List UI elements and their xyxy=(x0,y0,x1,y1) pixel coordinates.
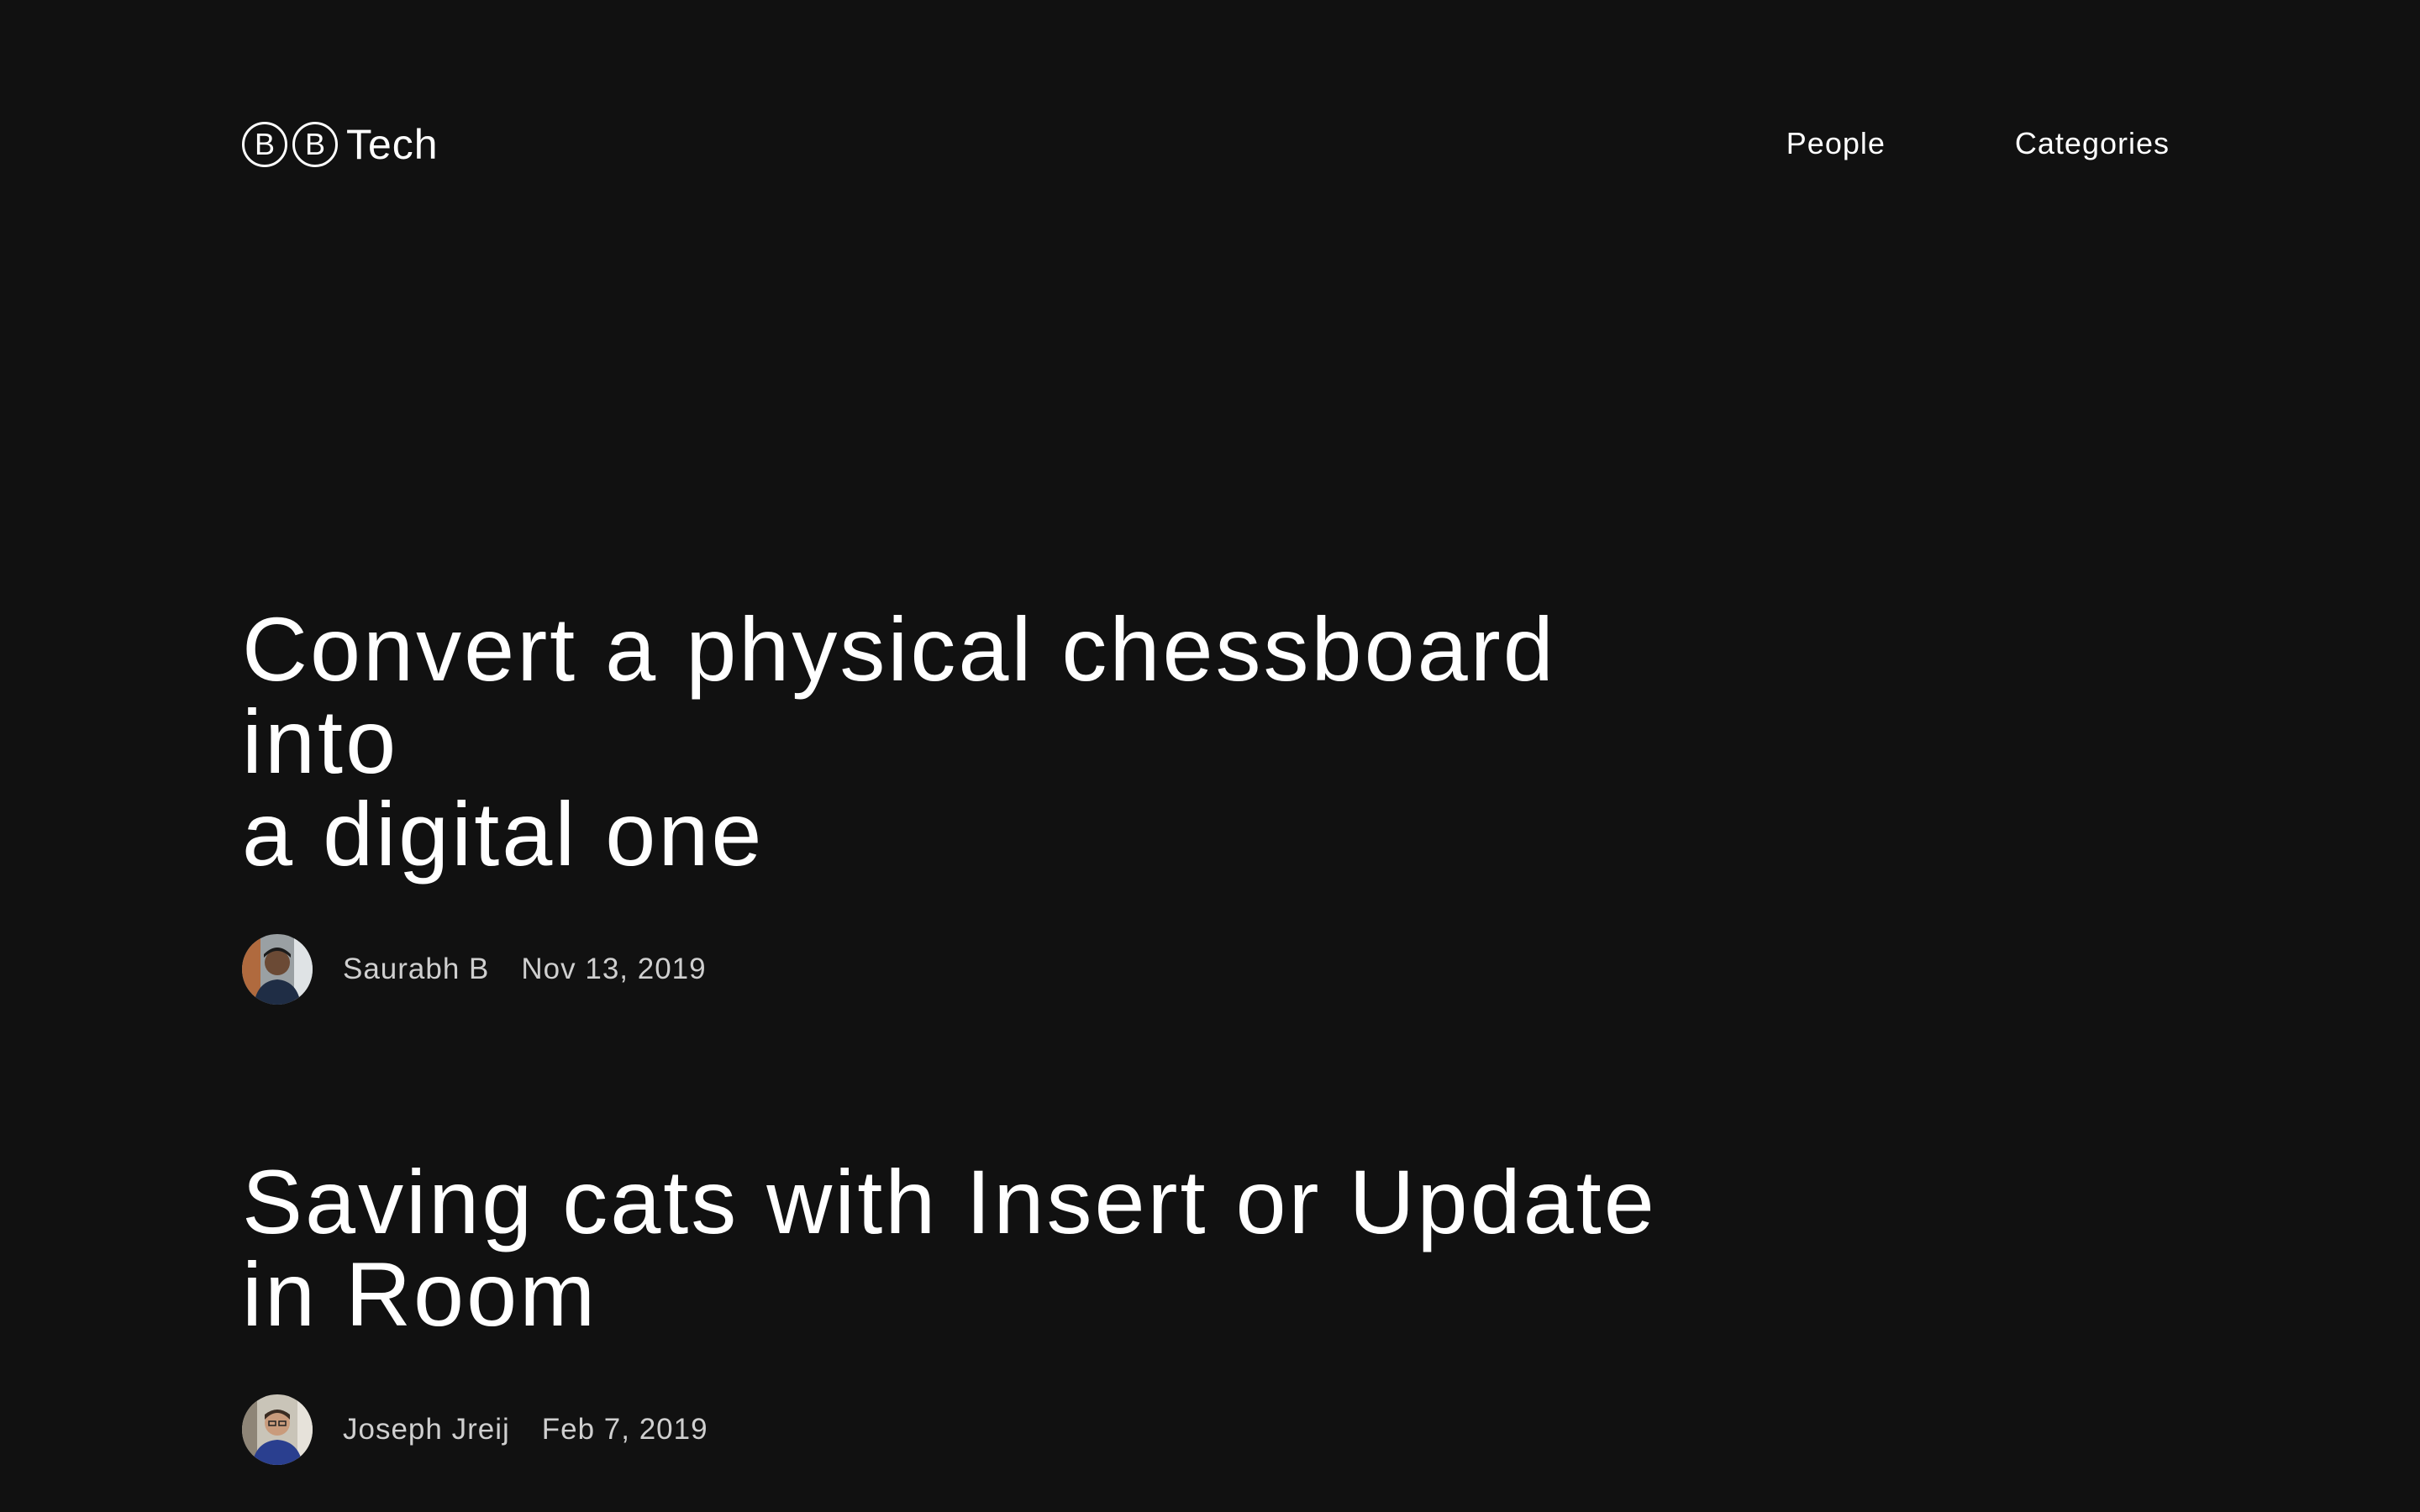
nav-link-categories[interactable]: Categories xyxy=(2015,126,2170,161)
logo-circle-b-first: B xyxy=(242,122,287,167)
post-title-link[interactable]: Saving cats with Insert or Update in Roo… xyxy=(242,1151,1657,1345)
post-title-link[interactable]: Convert a physical chessboard into a dig… xyxy=(242,598,1556,885)
logo-circle-b-second: B xyxy=(292,122,338,167)
site-header: B B Tech People Categories xyxy=(242,118,2170,171)
post-meta: Joseph Jreij Feb 7, 2019 xyxy=(242,1394,1721,1465)
author-photo-icon xyxy=(242,1394,313,1465)
post-meta: Saurabh B Nov 13, 2019 xyxy=(242,934,1721,1005)
post-title-line-2: a digital one xyxy=(242,783,765,885)
post-title: Saving cats with Insert or Update in Roo… xyxy=(242,1156,1721,1341)
post-title-line-2: in Room xyxy=(242,1243,598,1345)
nav-link-people[interactable]: People xyxy=(1786,126,1886,161)
post-card: Saving cats with Insert or Update in Roo… xyxy=(242,1156,1721,1465)
author-avatar[interactable] xyxy=(242,1394,313,1465)
post-date: Feb 7, 2019 xyxy=(541,1413,708,1446)
author-photo-icon xyxy=(242,934,313,1005)
post-title-line-1: Saving cats with Insert or Update xyxy=(242,1151,1657,1252)
author-avatar[interactable] xyxy=(242,934,313,1005)
logo-text: Tech xyxy=(346,121,439,168)
post-title: Convert a physical chessboard into a dig… xyxy=(242,603,1721,880)
author-name-link[interactable]: Joseph Jreij xyxy=(343,1413,510,1446)
author-name-link[interactable]: Saurabh B xyxy=(343,953,489,986)
home-logo-link[interactable]: B B Tech xyxy=(242,118,439,171)
post-card: Convert a physical chessboard into a dig… xyxy=(242,603,1721,1005)
post-title-line-1: Convert a physical chessboard into xyxy=(242,598,1556,792)
post-date: Nov 13, 2019 xyxy=(521,953,707,985)
bb-logo-icon: B B xyxy=(242,122,338,167)
main-nav: People Categories xyxy=(1786,126,2170,161)
